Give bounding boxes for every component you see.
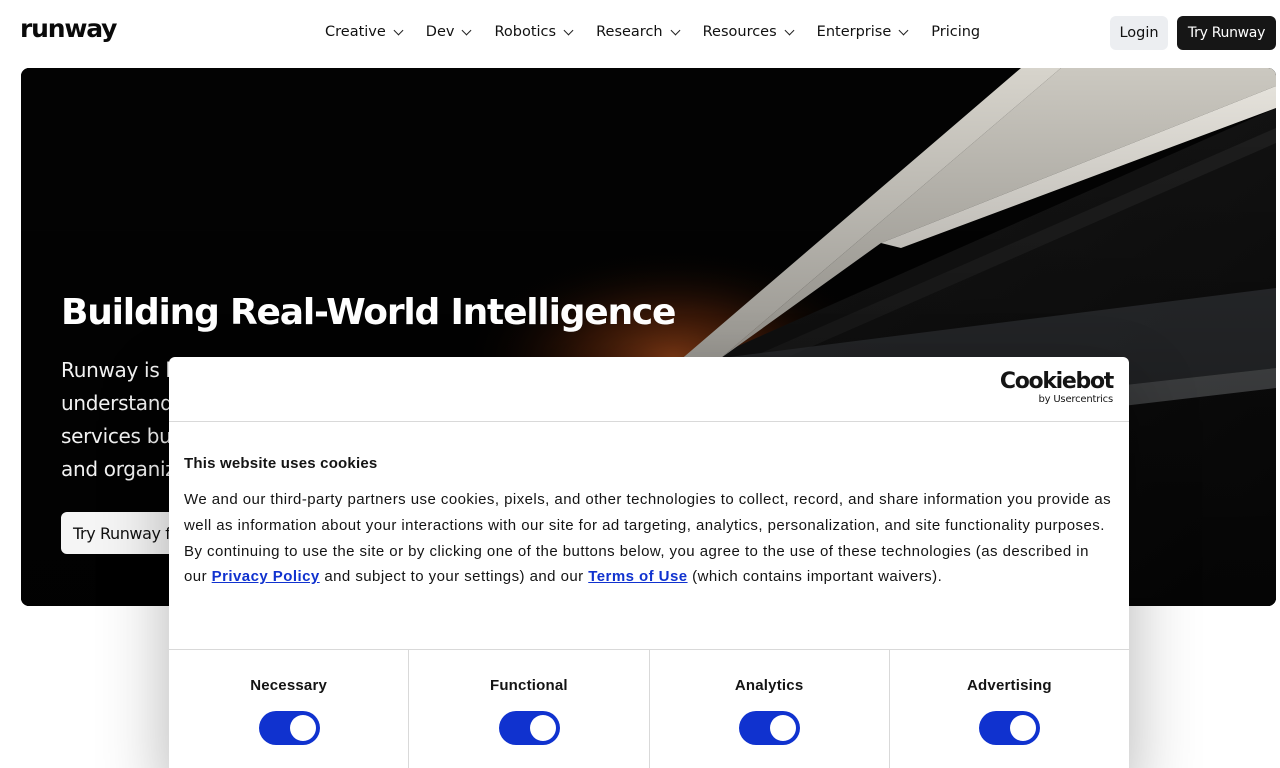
nav-item-label: Pricing — [931, 24, 981, 40]
cookie-category-toggles: Necessary Functional Analytics Advertisi… — [169, 649, 1129, 768]
toggle-knob — [1010, 715, 1037, 741]
hero-description-line: services bu — [61, 424, 172, 448]
privacy-policy-link[interactable]: Privacy Policy — [212, 568, 320, 585]
cookie-dialog-title: This website uses cookies — [184, 455, 378, 472]
nav-item-creative[interactable]: Creative — [325, 22, 404, 42]
nav-item-label: Robotics — [494, 24, 557, 40]
cookie-dialog-body: This website uses cookies We and our thi… — [184, 455, 1114, 590]
cookiebot-logo-wordmark: Cookiebot — [999, 369, 1114, 394]
hero-description-line: and organiz — [61, 457, 176, 481]
chevron-down-icon — [393, 25, 404, 35]
necessary-toggle[interactable] — [258, 711, 320, 745]
category-label: Functional — [489, 677, 568, 694]
cookie-consent-dialog: Cookiebot by Usercentrics This website u… — [169, 357, 1129, 768]
category-label: Advertising — [967, 677, 1052, 694]
category-label: Analytics — [734, 677, 804, 694]
consent-text: (which contains important waivers). — [687, 568, 943, 586]
hero-title: Building Real-World Intelligence — [61, 292, 676, 333]
nav-item-research[interactable]: Research — [596, 22, 681, 42]
chevron-down-icon — [784, 25, 795, 35]
cookie-consent-notice: By continuing to use the site or by clic… — [184, 539, 1114, 591]
hero-description-line: understand — [61, 391, 173, 415]
toggle-knob — [529, 715, 556, 741]
nav-item-robotics[interactable]: Robotics — [494, 22, 574, 42]
category-necessary: Necessary — [169, 650, 410, 768]
cookiebot-logo-byline: by Usercentrics — [1038, 394, 1113, 405]
main-menu: Creative Dev Robotics Research Resources… — [325, 22, 1004, 42]
toggle-knob — [770, 715, 797, 741]
category-functional: Functional — [409, 650, 650, 768]
category-advertising: Advertising — [890, 650, 1129, 768]
category-analytics: Analytics — [650, 650, 890, 768]
functional-toggle[interactable] — [498, 711, 560, 745]
category-label: Necessary — [250, 677, 328, 694]
nav-item-pricing[interactable]: Pricing — [931, 22, 980, 42]
consent-text: and subject to your settings) and our — [319, 568, 589, 586]
terms-of-use-link[interactable]: Terms of Use — [588, 568, 687, 585]
top-navigation: runway Creative Dev Robotics Research Re… — [0, 0, 1280, 64]
nav-item-label: Enterprise — [816, 24, 892, 40]
nav-item-label: Dev — [425, 24, 455, 40]
toggle-knob — [289, 715, 316, 741]
nav-item-enterprise[interactable]: Enterprise — [816, 22, 909, 42]
chevron-down-icon — [462, 25, 472, 35]
advertising-toggle[interactable] — [979, 711, 1041, 745]
chevron-down-icon — [898, 25, 909, 35]
chevron-down-icon — [563, 25, 574, 35]
cookie-dialog-header: Cookiebot by Usercentrics — [169, 357, 1129, 422]
hero-description-line: Runway is b — [61, 358, 178, 382]
runway-logo[interactable]: runway — [20, 14, 117, 43]
nav-item-dev[interactable]: Dev — [425, 22, 472, 42]
cookiebot-logo: Cookiebot by Usercentrics — [999, 369, 1114, 406]
chevron-down-icon — [670, 25, 681, 35]
nav-item-label: Resources — [702, 24, 777, 40]
cookie-description: We and our third-party partners use cook… — [184, 491, 1112, 534]
nav-item-label: Creative — [325, 24, 386, 40]
login-button[interactable]: Login — [1110, 16, 1168, 50]
try-runway-button[interactable]: Try Runway — [1177, 16, 1276, 50]
nav-item-resources[interactable]: Resources — [702, 22, 795, 42]
nav-item-label: Research — [596, 24, 663, 40]
analytics-toggle[interactable] — [739, 711, 801, 745]
